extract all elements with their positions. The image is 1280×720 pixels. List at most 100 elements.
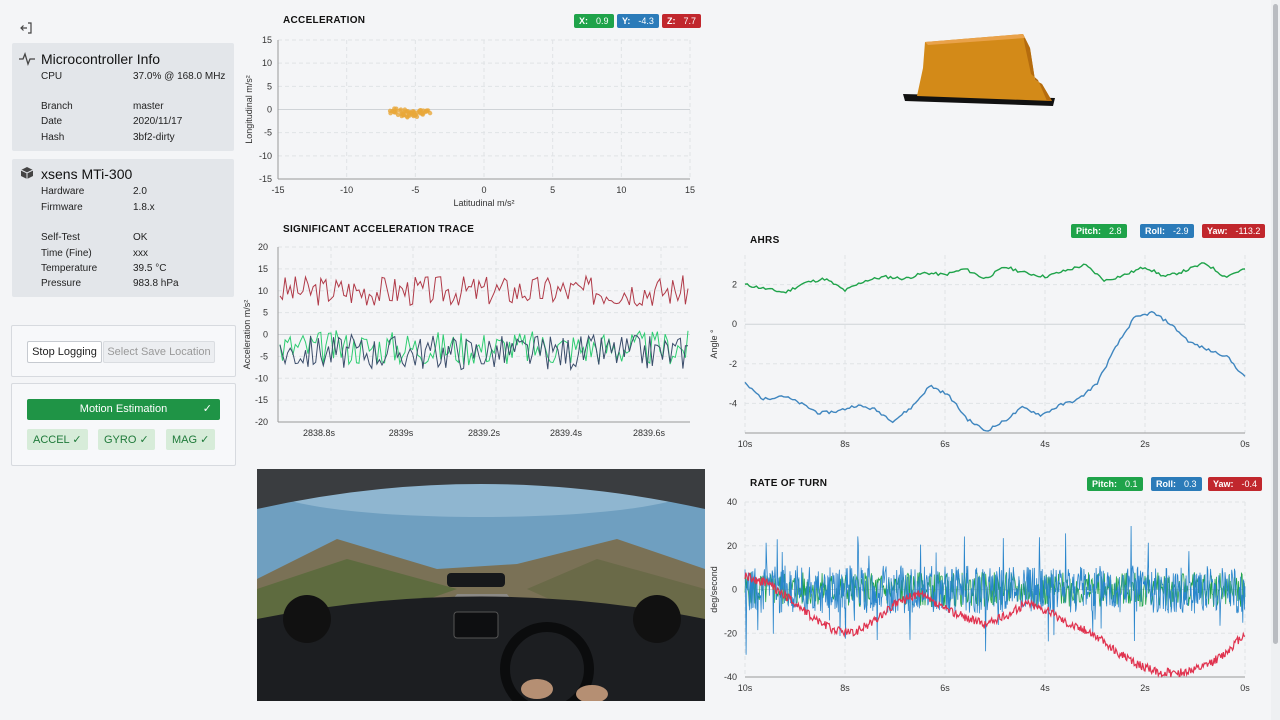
x-tick-label: -5 bbox=[411, 185, 419, 195]
y-tick-label: 2 bbox=[732, 280, 737, 290]
x-tick-label: -10 bbox=[340, 185, 353, 195]
y-tick-label: -40 bbox=[724, 672, 737, 682]
logging-panel: Stop Logging Select Save Location bbox=[11, 325, 236, 377]
y-tick-label: -5 bbox=[264, 128, 272, 138]
scrollbar[interactable] bbox=[1271, 0, 1280, 720]
rot-roll-badge: Roll: 0.3 bbox=[1151, 477, 1202, 491]
microcontroller-info-card: Microcontroller Info CPU 37.0% @ 168.0 MH… bbox=[12, 43, 234, 151]
y-tick-label: -15 bbox=[259, 174, 272, 184]
motion-panel: Motion Estimation ✓ ACCEL ✓ GYRO ✓ MAG ✓ bbox=[11, 383, 236, 466]
accel-z-badge: Z: 7.7 bbox=[662, 14, 702, 28]
y-tick-label: 15 bbox=[258, 264, 268, 274]
x-tick-label: 10s bbox=[738, 683, 753, 693]
motion-estimation-label: Motion Estimation bbox=[79, 403, 168, 415]
x-tick-label: 10s bbox=[738, 439, 753, 449]
y-tick-label: 5 bbox=[263, 308, 268, 318]
imu-info-card: xsens MTi-300 Hardware 2.0 Firmware 1.8.x … bbox=[12, 159, 234, 297]
x-tick-label: 0 bbox=[481, 185, 486, 195]
x-tick-label: 4s bbox=[1040, 439, 1050, 449]
ahrs-chart: 2 0 -2 -4 10s 8s 6s 4s 2s 0s Angle ° bbox=[709, 255, 1250, 449]
ahrs-yaw-badge: Yaw: -113.2 bbox=[1202, 224, 1266, 238]
x-tick-label: 2839.4s bbox=[550, 428, 583, 438]
y-tick-label: -2 bbox=[729, 359, 737, 369]
stop-logging-button[interactable]: Stop Logging bbox=[27, 341, 102, 363]
rate-of-turn-title: RATE OF TURN bbox=[750, 478, 828, 489]
y-tick-label: 0 bbox=[732, 585, 737, 595]
rot-pitch-badge: Pitch: 0.1 bbox=[1087, 477, 1143, 491]
data-point bbox=[399, 113, 404, 119]
select-save-location-button[interactable]: Select Save Location bbox=[103, 341, 215, 363]
check-icon: ✓ bbox=[72, 434, 82, 446]
accel-y-badge: Y: -4.3 bbox=[617, 14, 659, 28]
x-tick-label: 2s bbox=[1140, 683, 1150, 693]
series-line bbox=[279, 330, 689, 366]
ahrs-title: AHRS bbox=[750, 235, 780, 246]
acceleration-chart: -15 -10 -5 0 5 10 15 15 10 5 0 -5 -10 -15 Latitudinal … bbox=[244, 35, 695, 208]
mag-toggle[interactable]: MAG ✓ bbox=[166, 429, 216, 450]
y-tick-label: -15 bbox=[255, 395, 268, 405]
cube-icon bbox=[20, 166, 34, 185]
y-axis-label: Angle ° bbox=[709, 329, 719, 359]
accel-toggle[interactable]: ACCEL ✓ bbox=[27, 429, 88, 450]
data-point bbox=[395, 112, 401, 118]
x-tick-label: 2839s bbox=[389, 428, 414, 438]
y-tick-label: -5 bbox=[260, 351, 268, 361]
imu-title: xsens MTi-300 bbox=[41, 166, 133, 182]
y-tick-label: 0 bbox=[263, 330, 268, 340]
x-tick-label: 0s bbox=[1240, 439, 1250, 449]
sig-accel-chart: 20 15 10 5 0 -5 -10 -15 -20 2838.8s 2839s 2839.2s 28… bbox=[242, 242, 690, 438]
check-icon: ✓ bbox=[200, 434, 210, 446]
data-point bbox=[405, 115, 410, 120]
microcontroller-info-title: Microcontroller Info bbox=[41, 51, 161, 67]
data-point bbox=[419, 111, 424, 116]
y-tick-label: -10 bbox=[255, 373, 268, 383]
gyro-toggle[interactable]: GYRO ✓ bbox=[98, 429, 155, 450]
x-axis-label: Latitudinal m/s² bbox=[453, 198, 514, 208]
rate-of-turn-chart: 40 20 0 -20 -4010s 8s 6s 4s 2s 0s deg/second bbox=[709, 497, 1250, 693]
data-point bbox=[397, 108, 402, 113]
y-tick-label: 5 bbox=[267, 81, 272, 91]
motion-estimation-button[interactable]: Motion Estimation ✓ bbox=[27, 399, 220, 420]
x-tick-label: 5 bbox=[550, 185, 555, 195]
pulse-icon bbox=[19, 52, 35, 71]
rot-yaw-badge: Yaw: -0.4 bbox=[1208, 477, 1263, 491]
ahrs-roll-badge: Roll: -2.9 bbox=[1140, 224, 1194, 238]
data-point bbox=[392, 106, 397, 111]
y-tick-label: 0 bbox=[732, 319, 737, 329]
orientation-model bbox=[903, 34, 1055, 106]
x-tick-label: 0s bbox=[1240, 683, 1250, 693]
x-tick-label: 15 bbox=[685, 185, 695, 195]
y-tick-label: -20 bbox=[724, 628, 737, 638]
y-tick-label: 15 bbox=[262, 35, 272, 45]
x-tick-label: 6s bbox=[940, 683, 950, 693]
x-tick-label: 2839.2s bbox=[468, 428, 501, 438]
accel-x-badge: X: 0.9 bbox=[574, 14, 614, 28]
y-tick-label: 10 bbox=[262, 58, 272, 68]
x-tick-label: 4s bbox=[1040, 683, 1050, 693]
y-axis-label: Acceleration m/s² bbox=[242, 300, 252, 370]
collapse-sidebar-icon[interactable] bbox=[19, 21, 33, 35]
series-line bbox=[744, 262, 1246, 294]
y-tick-label: -10 bbox=[259, 151, 272, 161]
x-tick-label: 2839.6s bbox=[633, 428, 666, 438]
x-tick-label: 8s bbox=[840, 439, 850, 449]
check-icon: ✓ bbox=[139, 434, 149, 446]
y-axis-label: deg/second bbox=[709, 566, 719, 613]
y-tick-label: 20 bbox=[258, 242, 268, 252]
series-line bbox=[744, 310, 1246, 432]
x-tick-label: 2838.8s bbox=[303, 428, 336, 438]
data-point bbox=[427, 110, 433, 116]
x-tick-label: -15 bbox=[271, 185, 284, 195]
y-axis-label: Longitudinal m/s² bbox=[244, 75, 254, 144]
scrollbar-thumb[interactable] bbox=[1273, 4, 1278, 644]
x-tick-label: 2s bbox=[1140, 439, 1150, 449]
check-icon: ✓ bbox=[202, 403, 212, 415]
x-tick-label: 6s bbox=[940, 439, 950, 449]
ahrs-pitch-badge: Pitch: 2.8 bbox=[1071, 224, 1127, 238]
y-tick-label: 20 bbox=[727, 541, 737, 551]
y-tick-label: -4 bbox=[729, 398, 737, 408]
y-tick-label: 10 bbox=[258, 286, 268, 296]
y-tick-label: 40 bbox=[727, 497, 737, 507]
dashcam-video[interactable] bbox=[257, 469, 705, 701]
data-point bbox=[412, 113, 418, 118]
